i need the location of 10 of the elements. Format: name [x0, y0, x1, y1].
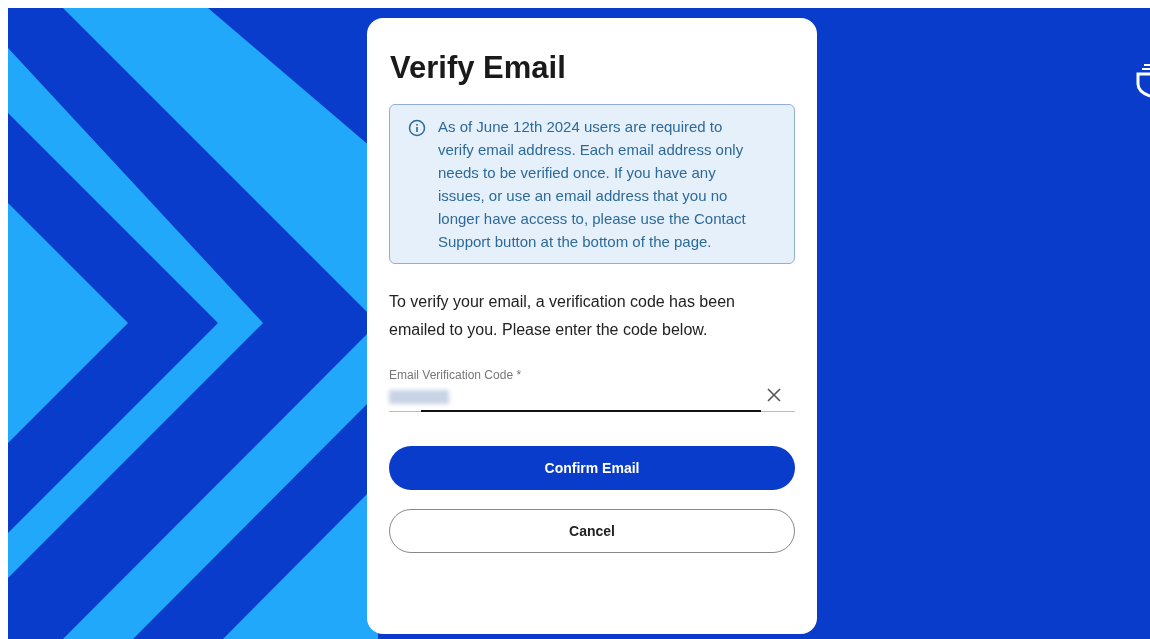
instructions-text: To verify your email, a verification code has been emailed to you. Please enter the code below.: [389, 292, 736, 340]
code-field[interactable]: Email Verification Code *: [389, 366, 795, 412]
cancel-button[interactable]: Cancel: [389, 509, 795, 553]
confirm-button[interactable]: Confirm Email: [389, 446, 795, 490]
notice-text: As of June 12th 2024 users are required to verify email address. Each email address only needs to be verified once. If you have any issues, or use an email address that you no longer have access to, please use the Contact Support button at the bottom of the page.: [438, 117, 747, 252]
blurred-value: [389, 390, 449, 404]
clear-icon[interactable]: [767, 388, 781, 402]
field-label: Email Verification Code *: [389, 367, 523, 384]
dialog-title: Verify Email: [389, 49, 567, 87]
info-icon: [408, 119, 426, 137]
